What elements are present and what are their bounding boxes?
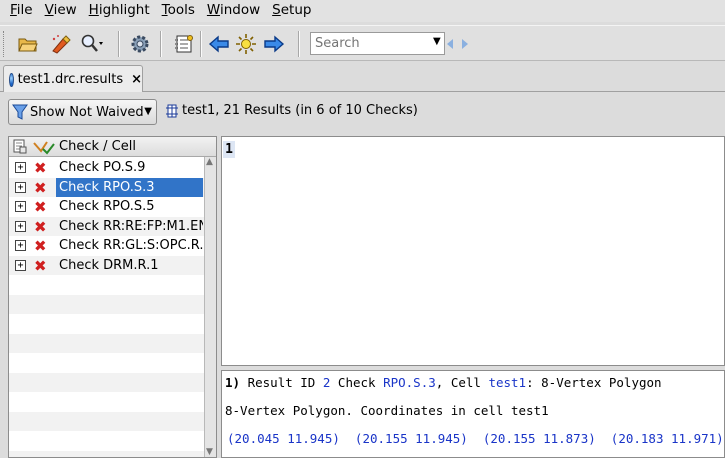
- zoom-icon[interactable]: [80, 32, 104, 56]
- coordinates-list[interactable]: (20.045 11.945) (20.155 11.945) (20.155 …: [227, 431, 724, 446]
- menu-bar: File View Highlight Tools Window Setup: [0, 0, 725, 22]
- error-x-icon: ✖: [34, 198, 47, 216]
- menu-setup[interactable]: Setup: [266, 0, 317, 22]
- tree-row[interactable]: + ✖ Check RR:RE:FP:M1.EN: [9, 216, 204, 236]
- tree-row-empty: [9, 333, 204, 353]
- tab-bar: test1.drc.results ×: [0, 62, 725, 93]
- tree-scrollbar[interactable]: ▲ ▼: [204, 157, 216, 457]
- tree-rows: + ✖ Check PO.S.9 + ✖ Check RPO.S.3 + ✖ C…: [9, 158, 204, 457]
- check-tree-panel: Check / Cell + ✖ Check PO.S.9 + ✖ Check …: [8, 136, 217, 458]
- error-x-icon: ✖: [34, 178, 47, 197]
- filter-label: Show Not Waived: [30, 104, 144, 120]
- error-x-icon: ✖: [34, 159, 47, 177]
- highlight-icon[interactable]: [48, 32, 72, 56]
- results-grid-icon[interactable]: [172, 32, 196, 56]
- menu-highlight[interactable]: Highlight: [83, 0, 156, 22]
- search-input[interactable]: [310, 32, 445, 55]
- result-viewer-panel[interactable]: 1: [221, 136, 725, 366]
- expand-icon[interactable]: +: [15, 259, 26, 271]
- tree-row-empty: [9, 392, 204, 412]
- tab-label: test1.drc.results: [17, 72, 124, 87]
- check-link[interactable]: RPO.S.3: [383, 375, 436, 390]
- search-prev-icon[interactable]: [444, 32, 456, 56]
- waiver-check-icon[interactable]: [33, 139, 55, 155]
- sun-icon[interactable]: [234, 32, 258, 56]
- tree-header: Check / Cell: [9, 137, 216, 157]
- funnel-icon: [12, 104, 28, 120]
- tree-row[interactable]: + ✖ Check DRM.R.1: [9, 255, 204, 275]
- expand-icon[interactable]: +: [15, 181, 26, 193]
- open-folder-icon[interactable]: [16, 32, 40, 56]
- menu-file[interactable]: File: [4, 0, 39, 22]
- tree-row-label: Check RR:RE:FP:M1.EN: [59, 218, 203, 234]
- chevron-down-icon: ▼: [144, 106, 152, 117]
- report-icon[interactable]: [13, 139, 27, 154]
- search-dropdown-icon[interactable]: ▼: [433, 36, 441, 47]
- menu-tools[interactable]: Tools: [156, 0, 201, 22]
- scroll-up-icon[interactable]: ▲: [206, 157, 213, 167]
- result-description: 8-Vertex Polygon. Coordinates in cell te…: [225, 403, 549, 418]
- globe-icon: [9, 72, 14, 87]
- results-summary-text: test1, 21 Results (in 6 of 10 Checks): [182, 103, 418, 118]
- tree-row-empty: [9, 411, 204, 431]
- result-details-panel[interactable]: 1) Result ID 2 Check RPO.S.3, Cell test1…: [221, 370, 725, 458]
- expand-icon[interactable]: +: [15, 240, 26, 251]
- tree-row-empty: [9, 275, 204, 295]
- tree-row-label: Check RPO.S.5: [59, 199, 155, 214]
- toolbar: ▼: [0, 25, 725, 61]
- tree-row-empty: [9, 450, 204, 457]
- expand-icon[interactable]: +: [15, 201, 26, 212]
- expand-icon[interactable]: +: [15, 220, 26, 232]
- expand-icon[interactable]: +: [15, 162, 26, 173]
- tree-row-empty: [9, 431, 204, 451]
- tab-results-file[interactable]: test1.drc.results ×: [3, 65, 143, 93]
- result-index: 1): [225, 375, 241, 390]
- show-filter-dropdown[interactable]: Show Not Waived ▼: [8, 99, 157, 125]
- results-tree-icon: [166, 104, 178, 117]
- error-x-icon: ✖: [34, 256, 47, 275]
- menu-window[interactable]: Window: [201, 0, 266, 22]
- tree-row-label: Check PO.S.9: [59, 160, 146, 175]
- close-icon[interactable]: ×: [131, 72, 142, 87]
- results-summary: test1, 21 Results (in 6 of 10 Checks): [165, 103, 418, 118]
- tree-header-label[interactable]: Check / Cell: [59, 139, 136, 154]
- scroll-down-icon[interactable]: ▼: [206, 447, 213, 457]
- toolbar-grip[interactable]: [3, 31, 6, 57]
- tree-row[interactable]: + ✖ Check RR:GL:S:OPC.R.2: [9, 236, 204, 256]
- menu-view[interactable]: View: [39, 0, 83, 22]
- tree-row-empty: [9, 294, 204, 314]
- result-header-line: 1) Result ID 2 Check RPO.S.3, Cell test1…: [225, 375, 662, 390]
- tree-row-label: Check DRM.R.1: [59, 257, 159, 273]
- line-number: 1: [223, 141, 235, 158]
- error-x-icon: ✖: [34, 237, 47, 255]
- tree-row-empty: [9, 353, 204, 373]
- search-next-icon[interactable]: [459, 32, 471, 56]
- tree-row-empty: [9, 372, 204, 392]
- tree-row-selected[interactable]: + ✖ Check RPO.S.3: [9, 177, 204, 197]
- cell-link[interactable]: test1: [488, 375, 526, 390]
- forward-arrow-icon[interactable]: [262, 32, 286, 56]
- settings-gear-icon[interactable]: [128, 32, 152, 56]
- tree-row-label: Check RPO.S.3: [56, 177, 203, 197]
- error-x-icon: ✖: [34, 217, 47, 236]
- tree-row[interactable]: + ✖ Check PO.S.9: [9, 158, 204, 178]
- tree-row[interactable]: + ✖ Check RPO.S.5: [9, 197, 204, 217]
- filter-bar: Show Not Waived ▼ test1, 21 Results (in …: [0, 92, 725, 132]
- tree-row-label: Check RR:GL:S:OPC.R.2: [59, 238, 203, 253]
- back-arrow-icon[interactable]: [207, 32, 231, 56]
- tree-row-empty: [9, 314, 204, 334]
